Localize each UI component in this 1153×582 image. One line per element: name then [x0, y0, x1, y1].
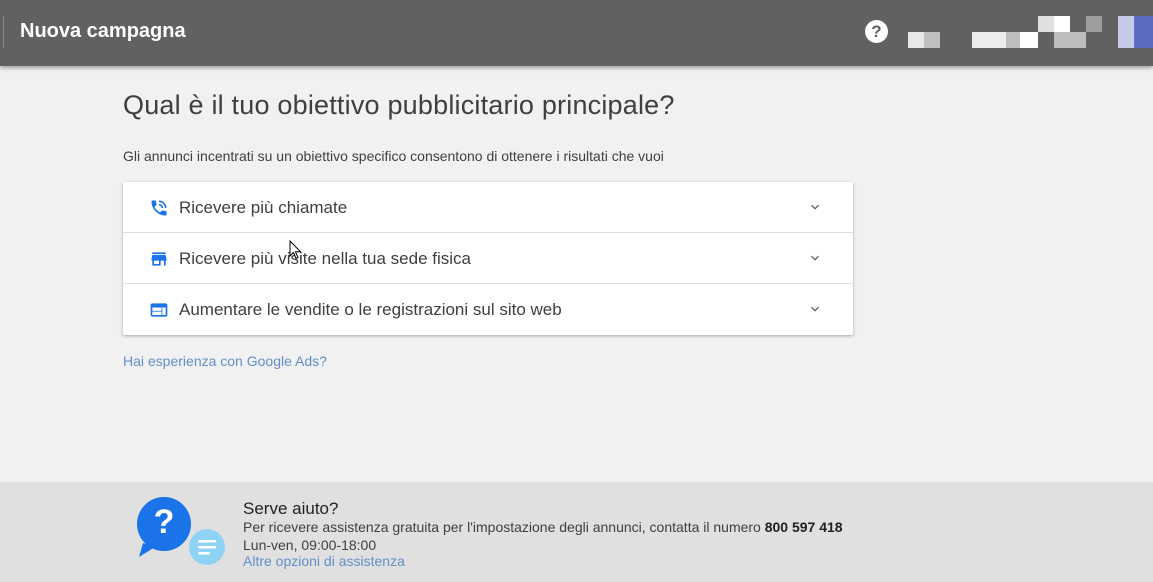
page-title: Nuova campagna	[20, 20, 186, 42]
help-title: Serve aiuto?	[243, 499, 339, 518]
chevron-down-icon	[811, 255, 819, 261]
help-contact-text: Per ricevere assistenza gratuita per l'i…	[243, 519, 765, 535]
option-calls[interactable]: Ricevere più chiamate	[123, 182, 853, 233]
main-heading: Qual è il tuo obiettivo pubblicitario pr…	[123, 90, 675, 120]
help-contact-line: Per ricevere assistenza gratuita per l'i…	[243, 519, 843, 535]
more-support-options-link[interactable]: Altre opzioni di assistenza	[243, 553, 405, 569]
help-icon[interactable]: ?	[865, 20, 888, 43]
google-ads-experience-link[interactable]: Hai esperienza con Google Ads?	[123, 353, 327, 369]
option-website-sales[interactable]: Aumentare le vendite o le registrazioni …	[123, 284, 853, 335]
storefront-icon	[151, 252, 167, 266]
mouse-cursor-icon	[289, 240, 302, 260]
header-divider	[3, 16, 4, 48]
help-hours: Lun-ven, 09:00-18:00	[243, 537, 377, 553]
help-phone-number: 800 597 418	[764, 519, 843, 535]
chevron-down-icon	[811, 306, 819, 312]
chevron-down-icon	[811, 204, 819, 210]
option-label: Aumentare le vendite o le registrazioni …	[179, 300, 562, 319]
web-browser-icon	[150, 303, 168, 317]
top-app-bar: Nuova campagna ?	[0, 0, 1153, 66]
main-subtitle: Gli annunci incentrati su un obiettivo s…	[123, 148, 664, 164]
help-question-glyph: ?	[153, 503, 175, 541]
option-label: Ricevere più chiamate	[179, 198, 348, 217]
help-more-line: Altre opzioni di assistenza	[243, 553, 405, 569]
phone-call-icon	[151, 200, 167, 216]
option-label: Ricevere più visite nella tua sede fisic…	[179, 249, 471, 268]
goal-options-card: Ricevere più chiamate Ricevere più visit…	[123, 182, 853, 335]
option-visits[interactable]: Ricevere più visite nella tua sede fisic…	[123, 233, 853, 284]
